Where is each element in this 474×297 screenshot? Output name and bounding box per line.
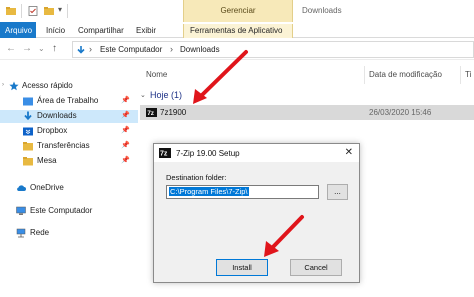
column-divider[interactable]: [460, 66, 461, 84]
address-bar: ← → ⌄ ↑ › Este Computador › Downloads: [0, 38, 474, 60]
network-icon: [16, 228, 26, 238]
sidebar-item-dropbox[interactable]: Dropbox 📌: [0, 125, 138, 138]
new-folder-icon[interactable]: [44, 6, 54, 16]
star-icon: [9, 81, 19, 91]
group-collapse-icon[interactable]: ⌄: [140, 91, 146, 99]
expand-chevron-icon[interactable]: ›: [2, 82, 4, 88]
desktop-folder-icon: [23, 97, 33, 106]
7zip-app-icon: 7z: [159, 148, 171, 158]
file-date: 26/03/2020 15:46: [369, 108, 432, 117]
destination-folder-input[interactable]: C:\Program Files\7-Zip\: [166, 185, 319, 199]
properties-icon[interactable]: [28, 6, 38, 16]
sidebar-item-label: Transferências: [37, 141, 90, 150]
cancel-button[interactable]: Cancel: [290, 259, 342, 276]
pin-icon[interactable]: 📌: [121, 126, 130, 134]
sidebar-item-label: Área de Trabalho: [37, 96, 99, 105]
context-tab-group: Gerenciar: [183, 0, 293, 22]
download-folder-icon: [24, 111, 32, 121]
chevron-right-icon[interactable]: ›: [170, 44, 173, 54]
sidebar-item-label: Este Computador: [30, 206, 93, 215]
forward-arrow-icon[interactable]: →: [22, 43, 32, 54]
file-explorer-window: ▾ Gerenciar Downloads Arquivo Início Com…: [0, 0, 474, 297]
sidebar-item-mesa[interactable]: Mesa 📌: [0, 155, 138, 168]
back-arrow-icon[interactable]: ←: [6, 43, 16, 54]
tab-compartilhar[interactable]: Compartilhar: [72, 24, 130, 38]
folder-icon: [23, 157, 33, 166]
computer-icon: [16, 206, 26, 215]
column-header-tipo[interactable]: Ti: [465, 70, 471, 79]
title-bar: ▾ Gerenciar Downloads: [0, 0, 474, 22]
sidebar-item-label: Downloads: [37, 111, 77, 120]
window-title: Downloads: [302, 6, 342, 15]
breadcrumb-downloads[interactable]: Downloads: [180, 45, 220, 54]
up-arrow-icon[interactable]: ↑: [52, 43, 57, 54]
quick-access-dropdown-icon[interactable]: ▾: [58, 5, 62, 14]
ribbon-tabs: Arquivo Início Compartilhar Exibir Ferra…: [0, 22, 474, 38]
svg-text:7z: 7z: [147, 110, 155, 117]
pin-icon[interactable]: 📌: [121, 141, 130, 149]
cloud-icon: [17, 185, 26, 191]
sidebar-item-downloads[interactable]: Downloads 📌: [0, 110, 138, 123]
tab-inicio[interactable]: Início: [40, 24, 71, 38]
sidebar-item-rede[interactable]: Rede: [0, 227, 138, 240]
pin-icon[interactable]: 📌: [121, 96, 130, 104]
7zip-file-icon: 7z: [146, 108, 157, 117]
folder-icon: [6, 7, 16, 15]
tab-ferramentas-de-aplicativo[interactable]: Ferramentas de Aplicativo: [183, 24, 293, 38]
destination-folder-value: C:\Program Files\7-Zip\: [169, 187, 249, 196]
app-icon-text: 7z: [160, 151, 168, 158]
divider: [21, 4, 22, 18]
tab-arquivo[interactable]: Arquivo: [0, 22, 36, 38]
sidebar-item-onedrive[interactable]: OneDrive: [0, 182, 138, 195]
column-header-data[interactable]: Data de modificação: [369, 70, 442, 79]
dialog-title: 7-Zip 19.00 Setup: [176, 149, 240, 158]
sidebar-item-acesso-rapido[interactable]: › Acesso rápido: [0, 80, 138, 93]
address-field[interactable]: › Este Computador › Downloads: [72, 41, 474, 58]
divider: [67, 4, 68, 18]
sidebar-item-label: Acesso rápido: [22, 81, 73, 90]
download-folder-icon: [77, 46, 85, 54]
sidebar-item-area-de-trabalho[interactable]: Área de Trabalho 📌: [0, 95, 138, 108]
table-row[interactable]: 7z 7z1900 26/03/2020 15:46: [140, 105, 474, 120]
group-header[interactable]: Hoje (1): [150, 90, 182, 100]
close-icon[interactable]: ✕: [345, 147, 353, 158]
column-header-nome[interactable]: Nome: [146, 70, 167, 79]
sidebar-item-transferencias[interactable]: Transferências 📌: [0, 140, 138, 153]
chevron-right-icon[interactable]: ›: [89, 44, 92, 54]
tab-exibir[interactable]: Exibir: [130, 24, 162, 38]
sidebar-item-label: OneDrive: [30, 183, 64, 192]
setup-dialog: 7z 7-Zip 19.00 Setup ✕ Destination folde…: [153, 143, 360, 283]
destination-folder-label: Destination folder:: [166, 173, 227, 182]
install-button[interactable]: Install: [216, 259, 268, 276]
sidebar-item-label: Dropbox: [37, 126, 68, 135]
folder-icon: [23, 142, 33, 151]
recent-locations-icon[interactable]: ⌄: [38, 44, 45, 53]
browse-button[interactable]: ...: [327, 184, 348, 200]
sidebar-item-label: Mesa: [37, 156, 57, 165]
sidebar-item-label: Rede: [30, 228, 50, 237]
navigation-pane: › Acesso rápido Área de Trabalho 📌 Downl…: [0, 60, 140, 297]
sidebar-item-este-computador[interactable]: Este Computador: [0, 205, 138, 218]
breadcrumb-este-computador[interactable]: Este Computador: [100, 45, 162, 54]
column-divider[interactable]: [364, 66, 365, 84]
file-name: 7z1900: [160, 108, 187, 117]
pin-icon[interactable]: 📌: [121, 156, 130, 164]
dialog-title-bar[interactable]: 7z 7-Zip 19.00 Setup ✕: [154, 144, 359, 162]
pin-icon[interactable]: 📌: [121, 111, 130, 119]
context-group-label: Gerenciar: [220, 6, 256, 15]
dropbox-icon: [23, 127, 33, 136]
